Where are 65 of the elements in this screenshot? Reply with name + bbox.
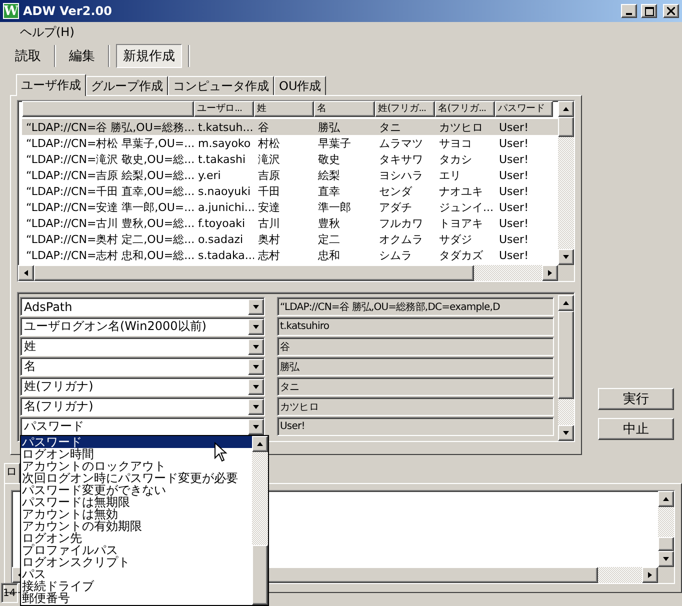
table-cell-text: タキサワ (378, 152, 424, 166)
table-cell-text: 準一郎 (317, 200, 352, 214)
table-cell-text: ムラマツ (378, 136, 424, 150)
table-cell-text: “LDAP://CN=村松 早葉子,OU=... (25, 136, 194, 150)
table-cell-text: 奥村 (257, 232, 281, 246)
table-cell-text: フルカワ (378, 216, 424, 230)
table-cell-text: m.sayoko (197, 136, 252, 150)
table-cell-text: 定二 (317, 232, 341, 246)
window-title: ADW Ver2.00 (23, 4, 113, 18)
table-cell-text: “LDAP://CN=志村 忠和,OU=総... (25, 248, 194, 262)
table-cell-text: a.junichi... (197, 200, 254, 214)
table-cell-text: 村松 (257, 136, 281, 150)
table-cell-text: ナオユキ (438, 184, 484, 198)
table-cell-text: o.sadazi (197, 232, 244, 246)
table-cell-text: 滝沢 (257, 152, 281, 166)
table-cell-text: 古川 (257, 216, 281, 230)
table-cell-text: “LDAP://CN=安達 準一郎,OU=... (25, 200, 194, 214)
table-cell-text: “LDAP://CN=谷 勝弘,OU=総務... (25, 120, 194, 134)
table-cell-text: サダジ (438, 232, 473, 246)
table-cell-text: 敬史 (317, 152, 341, 166)
table-cell-text: t.takashi (197, 152, 247, 166)
table-cell-text: “LDAP://CN=滝沢 敬史,OU=総... (25, 152, 194, 166)
table-cell-text: s.naoyuki (197, 184, 252, 198)
table-cell-text: サヨコ (438, 136, 473, 150)
table-cell-text: “LDAP://CN=奥村 定二,OU=総... (25, 232, 194, 246)
table-cell-text: f.toyoaki (197, 216, 246, 230)
table-cell-text: 早葉子 (317, 136, 352, 150)
table-cell-text: User! (498, 136, 530, 150)
table-cell-text: 安達 (257, 200, 281, 214)
table-cell-text: User! (498, 232, 530, 246)
table-cell-text: 忠和 (317, 248, 341, 262)
table-cell-text: カツヒロ (438, 120, 484, 134)
table-cell-text: s.tadaka... (197, 248, 254, 262)
table-cell-text: t.katsuh... (197, 120, 254, 134)
table-cell-text: 千田 (257, 184, 281, 198)
table-cell-text: User! (498, 168, 530, 182)
table-cell-text: 絵梨 (317, 168, 341, 182)
table-cell-text: 谷 (257, 120, 270, 134)
table-cell-text: “LDAP://CN=吉原 絵梨,OU=総... (25, 168, 194, 182)
table-cell-text: “LDAP://CN=千田 直幸,OU=総... (25, 184, 194, 198)
table-cell-text: オクムラ (378, 232, 424, 246)
table-cell-text: User! (498, 248, 530, 262)
table-cell-text: シムラ (378, 248, 413, 262)
table-cell-text: 吉原 (257, 168, 281, 182)
table-cell-text: 直幸 (317, 184, 341, 198)
table-cell-text: トヨアキ (438, 216, 484, 230)
table-cell-text: User! (498, 120, 530, 134)
table-cell-text: エリ (438, 168, 462, 182)
table-cell-text: User! (498, 152, 530, 166)
table-cell-text: 勝弘 (317, 120, 341, 134)
table-cell-text: ジュンイ... (438, 200, 494, 214)
table-cell-text: タカシ (438, 152, 473, 166)
table-cell-text: 志村 (257, 248, 281, 262)
table-cell-text: タニ (378, 120, 402, 134)
table-cell-text: アダチ (378, 200, 413, 214)
table-cell-text: タダカズ (438, 248, 484, 262)
table-cell-text: センダ (378, 184, 414, 198)
app-icon: W (3, 3, 19, 19)
table-cell-text: y.eri (197, 168, 222, 182)
table-cell-text: User! (498, 216, 530, 230)
table-cell-text: User! (498, 184, 530, 198)
table-cell-text: “LDAP://CN=古川 豊秋,OU=総... (25, 216, 194, 230)
table-cell-text: ヨシハラ (378, 168, 424, 182)
table-cell-text: User! (498, 200, 530, 214)
table-cell-text: 豊秋 (317, 216, 341, 230)
